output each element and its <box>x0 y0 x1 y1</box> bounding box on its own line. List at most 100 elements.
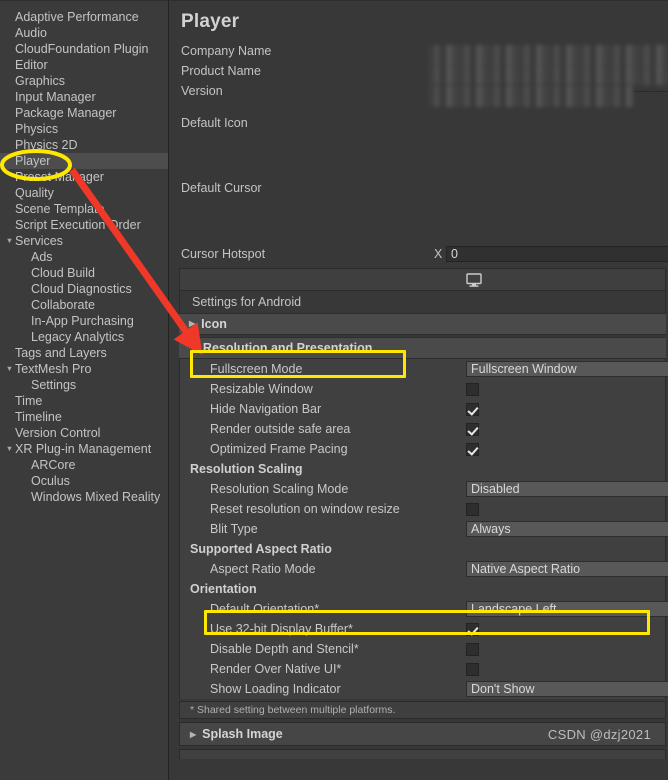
page-title: Player <box>181 11 240 32</box>
checkbox-render-outside-safe-area[interactable] <box>466 422 479 436</box>
caret-spacer <box>4 345 15 361</box>
cursor-hotspot-row[interactable]: Cursor Hotspot X 0 <box>169 244 668 264</box>
sidebar-item-settings[interactable]: Settings <box>0 377 168 393</box>
checkbox-resizable-window[interactable] <box>466 382 479 396</box>
version-redaction <box>428 85 633 107</box>
sidebar-item-legacy-analytics[interactable]: Legacy Analytics <box>0 329 168 345</box>
setting-label: Render Over Native UI* <box>210 662 342 676</box>
monitor-icon[interactable] <box>466 273 482 293</box>
checkbox-hide-navigation-bar[interactable] <box>466 402 479 416</box>
checkbox-disable-depth-and-stencil[interactable] <box>466 642 479 656</box>
setting-row-aspect-ratio-mode[interactable]: Aspect Ratio Mode Native Aspect Ratio <box>180 559 668 579</box>
sidebar-item-label: Tags and Layers <box>15 346 107 360</box>
sidebar-item-label: Oculus <box>31 474 70 488</box>
caret-spacer <box>4 105 15 121</box>
setting-row-show-loading-indicator[interactable]: Show Loading Indicator Don't Show <box>180 679 668 699</box>
sidebar-item-xr-plug-in-management[interactable]: ▼ XR Plug-in Management <box>0 441 168 457</box>
caret-spacer <box>4 377 15 393</box>
sidebar-item-script-execution-order[interactable]: Script Execution Order <box>0 217 168 233</box>
chevron-down-icon[interactable]: ▼ <box>4 233 15 249</box>
sidebar-item-input-manager[interactable]: Input Manager <box>0 89 168 105</box>
settings-for-android-label: Settings for Android <box>192 295 302 309</box>
default-cursor-row[interactable]: Default Cursor <box>169 178 668 198</box>
dropdown-fullscreen-mode[interactable]: Fullscreen Window <box>466 361 668 377</box>
cursor-hotspot-x-input[interactable]: 0 <box>446 246 668 262</box>
sidebar-item-label: Legacy Analytics <box>31 330 125 344</box>
sidebar-item-label: Quality <box>15 186 54 200</box>
checkbox-optimized-frame-pacing[interactable] <box>466 442 479 456</box>
sidebar-item-collaborate[interactable]: Collaborate <box>0 297 168 313</box>
setting-row-blit-type[interactable]: Blit Type Always <box>180 519 668 539</box>
setting-row-hide-navigation-bar[interactable]: Hide Navigation Bar <box>180 399 665 419</box>
setting-row-disable-depth-and-stencil[interactable]: Disable Depth and Stencil* <box>180 639 665 659</box>
setting-label: Optimized Frame Pacing <box>210 442 348 456</box>
caret-spacer <box>4 9 15 25</box>
sidebar-item-physics-2d[interactable]: Physics 2D <box>0 137 168 153</box>
sidebar-item-label: Version Control <box>15 426 101 440</box>
sidebar-item-adaptive-performance[interactable]: Adaptive Performance <box>0 9 168 25</box>
sidebar-item-cloud-build[interactable]: Cloud Build <box>0 265 168 281</box>
default-cursor-preview-slot[interactable] <box>169 198 668 244</box>
setting-row-resolution-scaling-mode[interactable]: Resolution Scaling Mode Disabled <box>180 479 668 499</box>
setting-row-render-outside-safe-area[interactable]: Render outside safe area <box>180 419 665 439</box>
dropdown-blit-type[interactable]: Always <box>466 521 668 537</box>
sidebar-item-oculus[interactable]: Oculus <box>0 473 168 489</box>
sidebar-item-windows-mixed-reality[interactable]: Windows Mixed Reality <box>0 489 168 505</box>
setting-row-optimized-frame-pacing[interactable]: Optimized Frame Pacing <box>180 439 665 459</box>
sidebar-item-timeline[interactable]: Timeline <box>0 409 168 425</box>
sidebar-item-arcore[interactable]: ARCore <box>0 457 168 473</box>
sidebar-item-graphics[interactable]: Graphics <box>0 73 168 89</box>
setting-label: Resolution Scaling Mode <box>210 482 349 496</box>
sidebar-item-package-manager[interactable]: Package Manager <box>0 105 168 121</box>
sidebar-item-in-app-purchasing[interactable]: In-App Purchasing <box>0 313 168 329</box>
sidebar-item-player[interactable]: Player <box>0 153 168 169</box>
caret-spacer <box>4 201 15 217</box>
caret-spacer <box>4 249 15 265</box>
setting-row-reset-resolution-on-window-resize[interactable]: Reset resolution on window resize <box>180 499 665 519</box>
sidebar-item-label: Physics <box>15 122 59 136</box>
dropdown-resolution-scaling-mode[interactable]: Disabled <box>466 481 668 497</box>
setting-group-label: Resolution Scaling <box>190 462 303 476</box>
sidebar-item-version-control[interactable]: Version Control <box>0 425 168 441</box>
setting-label: Render outside safe area <box>210 422 351 436</box>
sidebar-item-physics[interactable]: Physics <box>0 121 168 137</box>
next-section-strip[interactable] <box>179 749 666 759</box>
setting-row-supported-aspect-ratio: Supported Aspect Ratio <box>180 539 665 559</box>
dropdown-show-loading-indicator[interactable]: Don't Show <box>466 681 668 697</box>
sidebar-item-quality[interactable]: Quality <box>0 185 168 201</box>
sidebar-item-label: Adaptive Performance <box>15 10 139 24</box>
caret-spacer <box>4 153 15 169</box>
sidebar-item-cloud-diagnostics[interactable]: Cloud Diagnostics <box>0 281 168 297</box>
caret-spacer <box>4 409 15 425</box>
caret-spacer <box>4 265 15 281</box>
sidebar-item-textmesh-pro[interactable]: ▼ TextMesh Pro <box>0 361 168 377</box>
setting-row-resizable-window[interactable]: Resizable Window <box>180 379 665 399</box>
chevron-right-icon: ▶ <box>190 729 197 739</box>
chevron-down-icon[interactable]: ▼ <box>4 441 15 457</box>
sidebar-item-tags-and-layers[interactable]: Tags and Layers <box>0 345 168 361</box>
sidebar-item-time[interactable]: Time <box>0 393 168 409</box>
sidebar-item-scene-template[interactable]: Scene Template <box>0 201 168 217</box>
player-settings-panel: Player Company Name Product Name Version… <box>169 0 668 780</box>
cursor-hotspot-label: Cursor Hotspot <box>181 247 266 261</box>
sidebar-item-preset-manager[interactable]: Preset Manager <box>0 169 168 185</box>
setting-row-render-over-native-ui[interactable]: Render Over Native UI* <box>180 659 665 679</box>
default-icon-preview-slot[interactable] <box>169 133 668 178</box>
settings-category-sidebar[interactable]: Adaptive Performance Audio CloudFoundati… <box>0 0 169 780</box>
sidebar-item-ads[interactable]: Ads <box>0 249 168 265</box>
sidebar-item-audio[interactable]: Audio <box>0 25 168 41</box>
section-icon-foldout[interactable]: ▶ Icon <box>179 313 666 335</box>
checkbox-render-over-native-ui[interactable] <box>466 662 479 676</box>
sidebar-item-cloudfoundation-plugin[interactable]: CloudFoundation Plugin <box>0 41 168 57</box>
sidebar-item-editor[interactable]: Editor <box>0 57 168 73</box>
section-splash-image-foldout[interactable]: ▶ Splash Image CSDN @dzj2021 <box>179 722 666 746</box>
sidebar-item-label: TextMesh Pro <box>15 362 92 376</box>
default-icon-row[interactable]: Default Icon <box>169 113 668 133</box>
platform-tab-bar[interactable] <box>179 268 666 291</box>
checkbox-reset-resolution-on-window-resize[interactable] <box>466 502 479 516</box>
chevron-down-icon[interactable]: ▼ <box>4 361 15 377</box>
dropdown-aspect-ratio-mode[interactable]: Native Aspect Ratio <box>466 561 668 577</box>
sidebar-item-label: Scene Template <box>15 202 105 216</box>
sidebar-item-services[interactable]: ▼ Services <box>0 233 168 249</box>
caret-spacer <box>4 313 15 329</box>
